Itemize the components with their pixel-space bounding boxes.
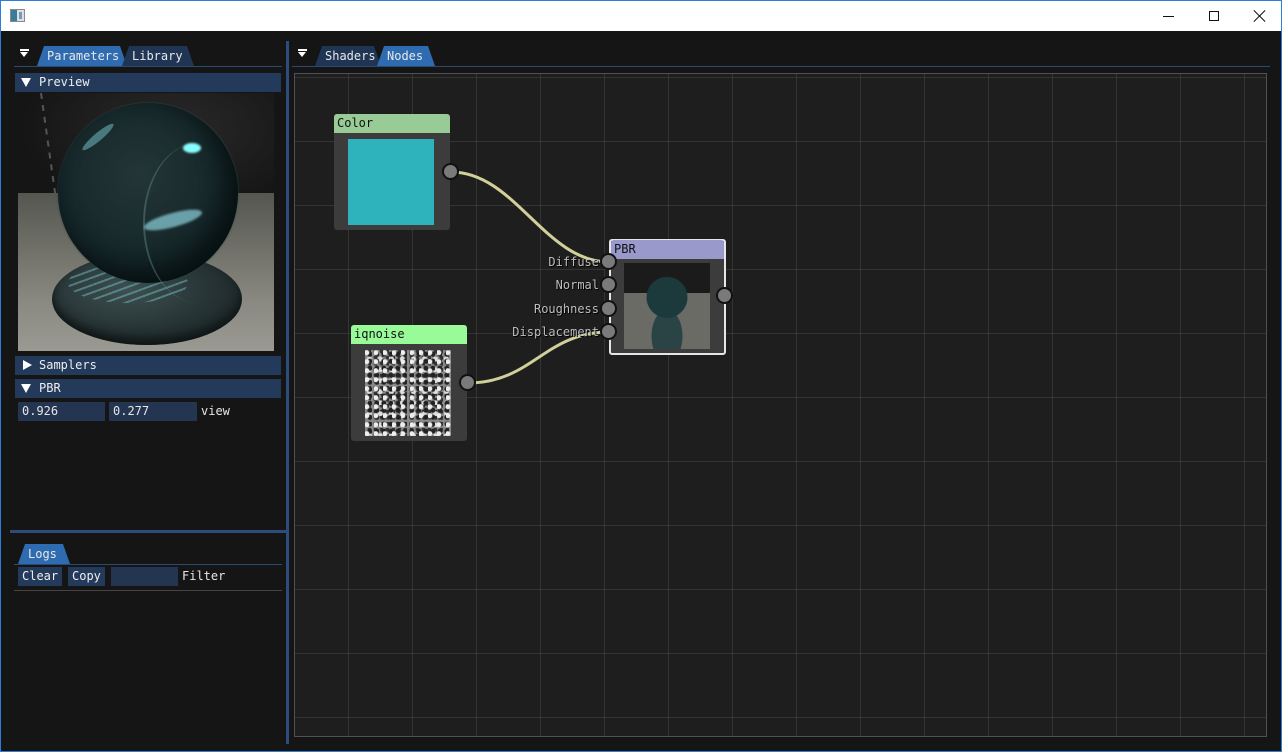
color-swatch[interactable] xyxy=(348,139,434,225)
pin-label-normal: Normal xyxy=(555,278,599,292)
section-pbr-label: PBR xyxy=(39,381,61,395)
close-button[interactable] xyxy=(1237,1,1282,31)
preview-specular xyxy=(183,143,201,153)
tab-underline xyxy=(14,66,282,67)
minimize-button[interactable] xyxy=(1145,1,1191,31)
tab-nodes[interactable]: Nodes xyxy=(377,46,435,66)
copy-button[interactable]: Copy xyxy=(68,567,105,586)
node-canvas[interactable]: Color iqnoise PBR Diffuse Normal Roughne… xyxy=(294,73,1267,737)
dropdown-icon xyxy=(298,52,306,57)
pbr-input-pin-roughness[interactable] xyxy=(600,300,617,317)
vertical-splitter[interactable] xyxy=(286,41,289,744)
node-pbr[interactable]: PBR xyxy=(609,239,726,355)
minimize-icon xyxy=(1162,15,1174,17)
node-color-output-pin[interactable] xyxy=(442,163,459,180)
pbr-input-pin-displacement[interactable] xyxy=(600,323,617,340)
tab-library[interactable]: Library xyxy=(122,46,194,66)
collapsed-arrow-icon xyxy=(23,360,32,370)
section-samplers-label: Samplers xyxy=(39,358,97,372)
dropdown-icon xyxy=(20,52,28,57)
section-preview-header[interactable]: Preview xyxy=(15,73,281,92)
close-icon xyxy=(1254,10,1266,22)
expanded-arrow-icon xyxy=(21,384,31,393)
view-label: view xyxy=(201,404,230,418)
section-samplers-header[interactable]: Samplers xyxy=(15,356,281,375)
node-pbr-title[interactable]: PBR xyxy=(611,240,724,259)
title-bar xyxy=(1,1,1281,31)
client-area: Parameters Library Preview Samplers PBR … xyxy=(1,31,1281,751)
app-window: Parameters Library Preview Samplers PBR … xyxy=(0,0,1282,752)
horizontal-splitter[interactable] xyxy=(10,530,287,533)
logs-tabbar: Logs xyxy=(14,539,282,565)
logs-separator xyxy=(14,590,282,591)
pin-label-diffuse: Diffuse xyxy=(548,255,599,269)
noise-thumbnail xyxy=(365,350,451,436)
tab-underline xyxy=(14,564,282,565)
node-iqnoise-output-pin[interactable] xyxy=(459,374,476,391)
filter-input[interactable] xyxy=(111,567,178,586)
maximize-icon xyxy=(1209,11,1219,21)
node-color[interactable]: Color xyxy=(334,114,450,230)
pin-label-displacement: Displacement xyxy=(512,325,599,339)
left-tabbar: Parameters Library xyxy=(14,41,282,67)
node-iqnoise[interactable]: iqnoise xyxy=(351,325,467,441)
tab-underline xyxy=(292,66,1270,67)
material-preview[interactable] xyxy=(18,93,274,351)
expanded-arrow-icon xyxy=(21,78,31,87)
app-icon xyxy=(10,9,25,22)
node-iqnoise-title[interactable]: iqnoise xyxy=(351,325,467,344)
section-pbr-header[interactable]: PBR xyxy=(15,379,281,398)
pbr-input-pin-normal[interactable] xyxy=(600,276,617,293)
view-x-input[interactable]: 0.926 xyxy=(18,402,105,421)
right-tabbar: Shaders Nodes xyxy=(292,41,1270,67)
link-iqnoise-to-displacement[interactable] xyxy=(467,330,610,385)
pbr-thumbnail xyxy=(624,263,710,349)
pin-label-roughness: Roughness xyxy=(533,302,599,316)
filter-label: Filter xyxy=(182,569,226,583)
maximize-button[interactable] xyxy=(1191,1,1237,31)
link-color-to-diffuse[interactable] xyxy=(450,170,610,264)
tab-shaders[interactable]: Shaders xyxy=(315,46,381,66)
window-menu-button[interactable] xyxy=(298,49,308,59)
node-color-title[interactable]: Color xyxy=(334,114,450,133)
window-menu-button[interactable] xyxy=(20,49,30,59)
clear-button[interactable]: Clear xyxy=(18,567,63,586)
view-y-input[interactable]: 0.277 xyxy=(109,402,197,421)
node-pbr-output-pin[interactable] xyxy=(716,287,733,304)
tab-parameters[interactable]: Parameters xyxy=(37,46,127,66)
pbr-input-pin-diffuse[interactable] xyxy=(600,253,617,270)
section-preview-label: Preview xyxy=(39,75,90,89)
tab-logs[interactable]: Logs xyxy=(18,544,70,564)
